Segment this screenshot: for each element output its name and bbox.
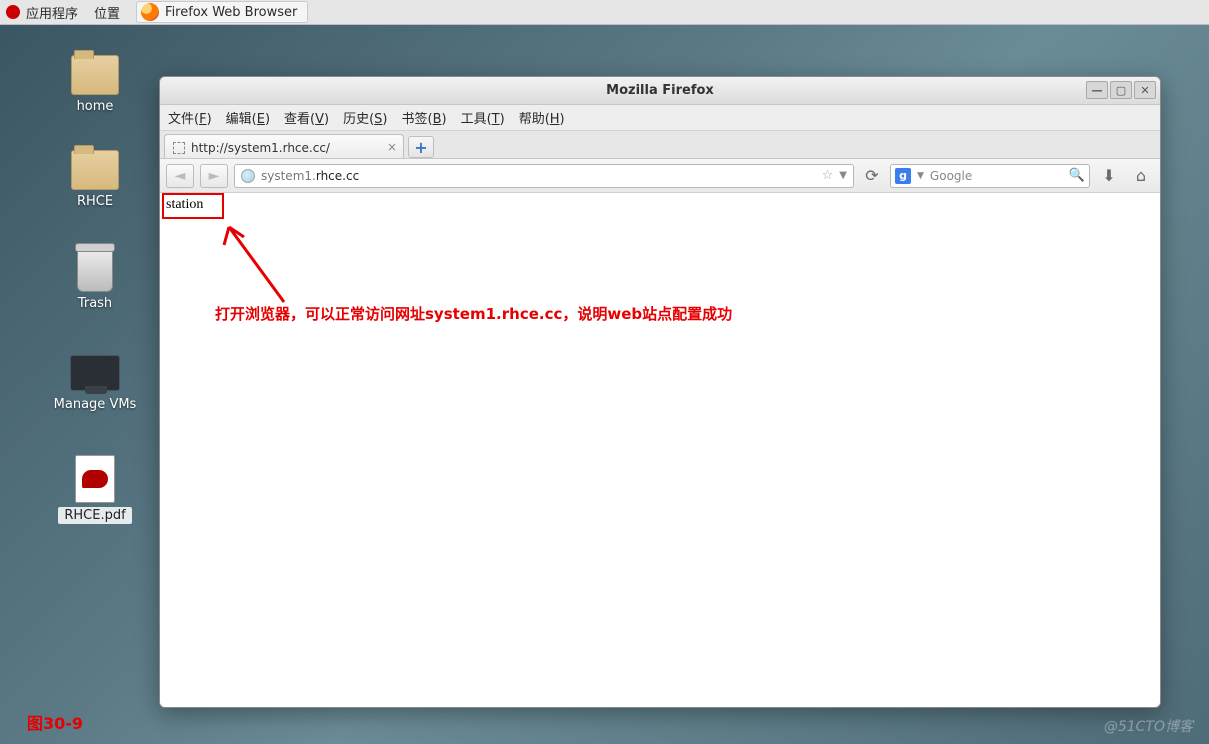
globe-icon bbox=[241, 169, 255, 183]
desktop-icon-rhce[interactable]: RHCE bbox=[40, 150, 150, 209]
desktop-label: Trash bbox=[40, 296, 150, 311]
menu-history[interactable]: 历史(S) bbox=[343, 108, 387, 127]
desktop-icon-managevms[interactable]: Manage VMs bbox=[40, 355, 150, 412]
desktop-icon-trash[interactable]: Trash bbox=[40, 248, 150, 311]
search-placeholder: Google bbox=[930, 169, 972, 183]
redhat-icon bbox=[6, 5, 20, 19]
forward-button[interactable]: ► bbox=[200, 164, 228, 188]
annotation-arrow bbox=[214, 217, 304, 307]
url-dropdown-icon[interactable]: ▼ bbox=[839, 170, 847, 181]
desktop-label: home bbox=[40, 99, 150, 114]
menu-applications[interactable]: 应用程序 bbox=[26, 3, 78, 22]
taskbar-firefox-label: Firefox Web Browser bbox=[165, 5, 297, 20]
search-engine-dropdown-icon[interactable]: ▼ bbox=[917, 171, 924, 181]
desktop-label: RHCE.pdf bbox=[58, 507, 131, 524]
bookmark-star-icon[interactable]: ☆ bbox=[822, 168, 834, 183]
menu-view[interactable]: 查看(V) bbox=[284, 108, 329, 127]
tab-close-icon[interactable]: × bbox=[387, 140, 397, 154]
watermark: @51CTO博客 bbox=[1104, 716, 1193, 736]
menu-help[interactable]: 帮助(H) bbox=[519, 108, 565, 127]
taskbar-firefox[interactable]: Firefox Web Browser bbox=[136, 1, 308, 23]
search-icon[interactable]: 🔍 bbox=[1069, 168, 1085, 183]
vm-icon bbox=[70, 355, 120, 391]
trash-icon bbox=[77, 248, 113, 292]
figure-label: 图30-9 bbox=[27, 710, 83, 734]
system-top-panel: 应用程序 位置 Firefox Web Browser bbox=[0, 0, 1209, 25]
window-close-button[interactable]: ✕ bbox=[1134, 81, 1156, 99]
downloads-button[interactable]: ⬇ bbox=[1096, 164, 1122, 188]
window-title: Mozilla Firefox bbox=[606, 83, 714, 98]
desktop-label: Manage VMs bbox=[40, 397, 150, 412]
firefox-icon bbox=[141, 3, 159, 21]
tab-bar: http://system1.rhce.cc/ × + bbox=[160, 131, 1160, 159]
home-button[interactable]: ⌂ bbox=[1128, 164, 1154, 188]
annotation-box bbox=[162, 193, 224, 219]
menu-bookmarks[interactable]: 书签(B) bbox=[402, 108, 447, 127]
google-icon: g bbox=[895, 168, 911, 184]
page-content: station 打开浏览器，可以正常访问网址system1.rhce.cc，说明… bbox=[160, 193, 1160, 707]
window-titlebar[interactable]: Mozilla Firefox — ▢ ✕ bbox=[160, 77, 1160, 105]
desktop-icon-rhcepdf[interactable]: RHCE.pdf bbox=[40, 455, 150, 524]
desktop-icon-home[interactable]: home bbox=[40, 55, 150, 114]
menubar: 文件(F) 编辑(E) 查看(V) 历史(S) 书签(B) 工具(T) 帮助(H… bbox=[160, 105, 1160, 131]
browser-tab[interactable]: http://system1.rhce.cc/ × bbox=[164, 134, 404, 158]
firefox-window: Mozilla Firefox — ▢ ✕ 文件(F) 编辑(E) 查看(V) … bbox=[159, 76, 1161, 708]
window-maximize-button[interactable]: ▢ bbox=[1110, 81, 1132, 99]
menu-edit[interactable]: 编辑(E) bbox=[226, 108, 270, 127]
reload-button[interactable]: ⟳ bbox=[860, 165, 884, 187]
menu-tools[interactable]: 工具(T) bbox=[461, 108, 505, 127]
pdf-icon bbox=[75, 455, 115, 503]
navigation-toolbar: ◄ ► system1.rhce.cc ☆ ▼ ⟳ g ▼ Google 🔍 ⬇… bbox=[160, 159, 1160, 193]
desktop-label: RHCE bbox=[40, 194, 150, 209]
page-icon bbox=[173, 142, 185, 154]
folder-icon bbox=[71, 55, 119, 95]
window-minimize-button[interactable]: — bbox=[1086, 81, 1108, 99]
back-button[interactable]: ◄ bbox=[166, 164, 194, 188]
menu-places[interactable]: 位置 bbox=[94, 3, 120, 22]
url-text: system1.rhce.cc bbox=[261, 169, 359, 183]
new-tab-button[interactable]: + bbox=[408, 136, 434, 158]
search-box[interactable]: g ▼ Google 🔍 bbox=[890, 164, 1090, 188]
folder-icon bbox=[71, 150, 119, 190]
url-bar[interactable]: system1.rhce.cc ☆ ▼ bbox=[234, 164, 854, 188]
menu-file[interactable]: 文件(F) bbox=[168, 108, 212, 127]
tab-title: http://system1.rhce.cc/ bbox=[191, 141, 330, 155]
annotation-text: 打开浏览器，可以正常访问网址system1.rhce.cc，说明web站点配置成… bbox=[215, 303, 732, 324]
